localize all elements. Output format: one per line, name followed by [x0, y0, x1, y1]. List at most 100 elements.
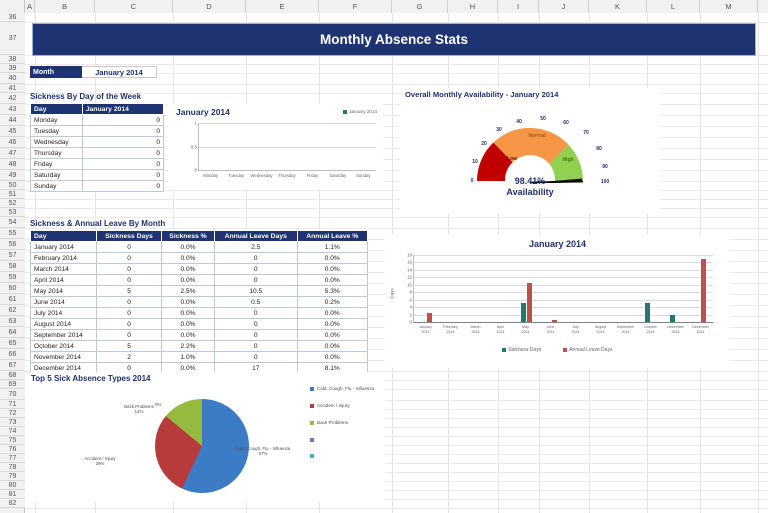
row-header-61[interactable]: 61 [0, 294, 25, 305]
select-all-corner[interactable] [0, 0, 25, 13]
absence-types-pie-chart[interactable]: Top 5 Sick Absence Types 2014 0% Back Pr… [25, 372, 385, 502]
row-header-63[interactable]: 63 [0, 316, 25, 327]
row-header-65[interactable]: 65 [0, 338, 25, 349]
cell-annual-leave-pct: 5.3% [296, 285, 369, 297]
row-header-50[interactable]: 50 [0, 181, 25, 190]
row-header-72[interactable]: 72 [0, 409, 25, 418]
column-header-k[interactable]: K [589, 0, 647, 13]
column-header-d[interactable]: D [173, 0, 246, 13]
x-tick-label: Friday [306, 173, 319, 178]
row-header-73[interactable]: 73 [0, 418, 25, 427]
row-header-81[interactable]: 81 [0, 490, 25, 499]
row-header-41[interactable]: 41 [0, 84, 25, 93]
table-row: Saturday 0 [30, 169, 165, 181]
col-sick-pct: Sickness % [161, 230, 215, 242]
row-header-39[interactable]: 39 [0, 64, 25, 73]
pie-label-pct: 29% [95, 461, 105, 467]
row-header-78[interactable]: 78 [0, 463, 25, 472]
cell-annual-leave-days: 0.5 [213, 296, 298, 308]
x-tick-label: Thursday [278, 173, 296, 178]
column-header-j[interactable]: J [539, 0, 589, 13]
column-header-b[interactable]: B [35, 0, 95, 13]
row-header-75[interactable]: 75 [0, 436, 25, 445]
row-header-58[interactable]: 58 [0, 261, 25, 272]
row-header-54[interactable]: 54 [0, 217, 25, 228]
bar-group [539, 255, 564, 322]
bar-annual-leave-days[interactable] [526, 282, 532, 322]
row-header-80[interactable]: 80 [0, 481, 25, 490]
bar-chart-y-axis-label: Days [389, 288, 395, 299]
availability-gauge-chart[interactable]: Overall Monthly Availability - January 2… [400, 88, 660, 213]
monthly-absence-bar-chart[interactable]: January 2014 Days 0 2 4 6 8 10 12 14 16 18 Januar… [385, 235, 730, 368]
month-selector-value[interactable]: January 2014 [82, 66, 157, 78]
row-header-49[interactable]: 49 [0, 170, 25, 181]
y-tick-label: 12 [407, 274, 412, 280]
row-header-40[interactable]: 40 [0, 73, 25, 84]
column-header-c[interactable]: C [95, 0, 173, 13]
row-header-70[interactable]: 70 [0, 389, 25, 400]
bar-annual-leave-days[interactable] [551, 320, 557, 322]
bar-sickness-days[interactable] [520, 303, 526, 322]
row-header-66[interactable]: 66 [0, 349, 25, 360]
row-header-43[interactable]: 43 [0, 104, 25, 115]
row-header-60[interactable]: 60 [0, 283, 25, 294]
row-header-44[interactable]: 44 [0, 115, 25, 126]
row-header-37[interactable]: 37 [0, 22, 25, 55]
column-header-a[interactable]: A [25, 0, 35, 13]
column-header-m[interactable]: M [700, 0, 758, 13]
row-header-47[interactable]: 47 [0, 148, 25, 159]
cell-value: 0 [81, 114, 165, 126]
bar-chart-x-labels: January 2014 February 2014 March 2014 April 201… [413, 325, 713, 335]
column-header-n[interactable]: N [758, 0, 768, 13]
gauge-tick-80: 80 [596, 146, 602, 152]
col-day: Day [30, 103, 83, 115]
row-header-53[interactable]: 53 [0, 208, 25, 217]
bar-group [688, 255, 713, 322]
row-header-55[interactable]: 55 [0, 228, 25, 239]
row-header-46[interactable]: 46 [0, 137, 25, 148]
row-header-74[interactable]: 74 [0, 427, 25, 436]
row-header-67[interactable]: 67 [0, 360, 25, 371]
row-header-56[interactable]: 56 [0, 239, 25, 250]
cell-sickness-pct: 1.0% [161, 351, 215, 363]
cell-month: September 2014 [30, 329, 97, 341]
cell-value: 0 [81, 180, 165, 192]
bar-annual-leave-days[interactable] [701, 258, 707, 322]
table-row: Thursday 0 [30, 147, 165, 159]
cell-sickness-days: 5 [95, 340, 163, 352]
bar-sickness-days[interactable] [670, 314, 676, 322]
row-header-38[interactable]: 38 [0, 55, 25, 64]
bar-sickness-days[interactable] [645, 303, 651, 322]
row-header-36[interactable]: 36 [0, 13, 25, 22]
column-header-e[interactable]: E [246, 0, 319, 13]
row-header-68[interactable]: 68 [0, 371, 25, 380]
row-header-52[interactable]: 52 [0, 199, 25, 208]
row-header-57[interactable]: 57 [0, 250, 25, 261]
column-header-h[interactable]: H [448, 0, 498, 13]
row-header-59[interactable]: 59 [0, 272, 25, 283]
row-header-77[interactable]: 77 [0, 454, 25, 463]
row-header-48[interactable]: 48 [0, 159, 25, 170]
month-selector[interactable]: Month January 2014 [30, 66, 157, 78]
row-header-45[interactable]: 45 [0, 126, 25, 137]
column-header-g[interactable]: G [392, 0, 448, 13]
column-header-l[interactable]: L [647, 0, 700, 13]
column-header-f[interactable]: F [319, 0, 392, 13]
row-header-64[interactable]: 64 [0, 327, 25, 338]
row-header-69[interactable]: 69 [0, 380, 25, 389]
cell-month: February 2014 [30, 252, 97, 264]
row-header-71[interactable]: 71 [0, 400, 25, 409]
table-row: July 2014 0 0.0% 0 0.0% [30, 307, 369, 319]
legend-item: Sickness Days [502, 347, 541, 353]
row-header-62[interactable]: 62 [0, 305, 25, 316]
row-header-79[interactable]: 79 [0, 472, 25, 481]
row-header-76[interactable]: 76 [0, 445, 25, 454]
row-header-42[interactable]: 42 [0, 93, 25, 104]
row-header-51[interactable]: 51 [0, 190, 25, 199]
column-header-i[interactable]: I [498, 0, 539, 13]
row-header-82[interactable]: 82 [0, 499, 25, 508]
sickness-by-day-line-chart[interactable]: January 2014 January 2014 0 0.5 1 Monday… [168, 103, 383, 189]
y-tick-label: 14 [407, 267, 412, 273]
bar-annual-leave-days[interactable] [426, 312, 432, 322]
legend-swatch-icon [310, 387, 314, 391]
